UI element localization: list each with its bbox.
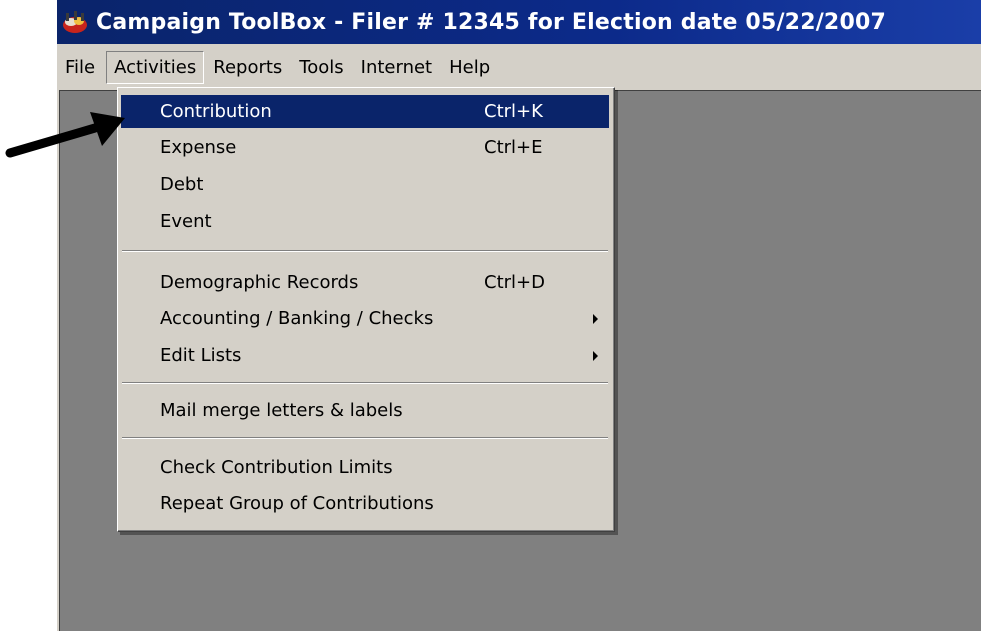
menu-item-label: Event <box>160 211 212 232</box>
menu-item-label: Demographic Records <box>160 272 359 293</box>
menu-item-shortcut: Ctrl+E <box>484 137 543 158</box>
menu-item-label: Mail merge letters & labels <box>160 400 403 421</box>
title-bar[interactable]: Campaign ToolBox - Filer # 12345 for Ele… <box>57 0 981 44</box>
menu-item-expense[interactable]: Expense Ctrl+E <box>121 131 609 164</box>
menu-item-check-contribution-limits[interactable]: Check Contribution Limits <box>121 451 609 484</box>
menu-item-label: Contribution <box>160 101 272 122</box>
menu-activities[interactable]: Activities <box>106 50 205 84</box>
menu-item-mail-merge[interactable]: Mail merge letters & labels <box>121 394 609 427</box>
menu-file[interactable]: File <box>57 51 103 84</box>
menu-item-label: Edit Lists <box>160 345 242 366</box>
menu-bar: File Activities Reports Tools Internet H… <box>57 44 981 90</box>
menu-item-contribution[interactable]: Contribution Ctrl+K <box>121 95 609 128</box>
menu-separator <box>122 437 608 439</box>
window-title: Campaign ToolBox - Filer # 12345 for Ele… <box>96 9 886 35</box>
menu-item-repeat-group-of-contributions[interactable]: Repeat Group of Contributions <box>121 487 609 520</box>
submenu-arrow-icon <box>593 351 598 361</box>
menu-item-label: Debt <box>160 174 204 195</box>
menu-item-shortcut: Ctrl+D <box>484 272 545 293</box>
pointer-arrow-icon <box>5 112 125 158</box>
menu-item-label: Repeat Group of Contributions <box>160 493 434 514</box>
menu-item-edit-lists[interactable]: Edit Lists <box>121 339 609 372</box>
menu-item-shortcut: Ctrl+K <box>484 101 543 122</box>
menu-item-label: Expense <box>160 137 237 158</box>
activities-dropdown-menu: Contribution Ctrl+K Expense Ctrl+E Debt … <box>117 87 615 532</box>
menu-item-label: Accounting / Banking / Checks <box>160 308 434 329</box>
menu-separator <box>122 250 608 252</box>
menu-item-label: Check Contribution Limits <box>160 457 393 478</box>
menu-help[interactable]: Help <box>441 51 498 84</box>
menu-item-debt[interactable]: Debt <box>121 168 609 201</box>
menu-item-accounting-banking-checks[interactable]: Accounting / Banking / Checks <box>121 302 609 335</box>
menu-item-demographic-records[interactable]: Demographic Records Ctrl+D <box>121 266 609 299</box>
campaign-toolbox-icon <box>63 11 87 33</box>
menu-tools[interactable]: Tools <box>291 51 351 84</box>
menu-internet[interactable]: Internet <box>353 51 440 84</box>
menu-separator <box>122 382 608 384</box>
menu-item-event[interactable]: Event <box>121 205 609 238</box>
menu-reports[interactable]: Reports <box>205 51 290 84</box>
submenu-arrow-icon <box>593 314 598 324</box>
